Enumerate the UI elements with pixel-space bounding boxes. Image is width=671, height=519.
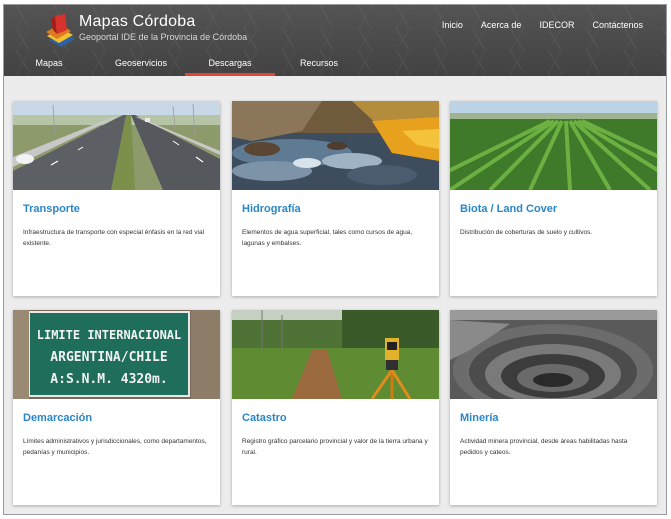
card-description: Límites administrativos y jurisdiccional…	[23, 438, 207, 456]
card-title[interactable]: Demarcación	[23, 412, 92, 424]
crop-field-photo[interactable]	[450, 101, 657, 190]
card-description: Distribución de coberturas de suelo y cu…	[460, 229, 593, 236]
card-title[interactable]: Hidrografía	[242, 203, 301, 215]
sign-text-line-1: LIMITE INTERNACIONAL	[37, 328, 182, 342]
sign-text-line-2: ARGENTINA/CHILE	[50, 350, 167, 365]
card-description: Elementos de agua superficial, tales com…	[242, 229, 413, 247]
category-card-hidrografia[interactable]: Hidrografía Elementos de agua superficia…	[232, 101, 439, 296]
top-navigation: Inicio Acerca de IDECOR Contáctenos	[433, 20, 652, 30]
category-card-demarcacion[interactable]: LIMITE INTERNACIONAL ARGENTINA/CHILE A:S…	[13, 310, 220, 505]
card-title[interactable]: Transporte	[23, 203, 80, 215]
nav-link-idecor[interactable]: IDECOR	[530, 20, 583, 30]
site-header: Mapas Córdoba Geoportal IDE de la Provin…	[4, 5, 666, 76]
survey-instrument-photo[interactable]	[232, 310, 439, 399]
card-title[interactable]: Minería	[460, 412, 499, 424]
open-pit-mine-photo[interactable]	[450, 310, 657, 399]
card-description: Actividad minera provincial, desde áreas…	[460, 438, 628, 456]
sign-text-line-3: A:S.N.M. 4320m.	[50, 372, 167, 387]
tab-descargas[interactable]: Descargas	[185, 52, 275, 76]
card-title[interactable]: Catastro	[242, 412, 287, 424]
layered-map-sheets-icon[interactable]	[41, 12, 77, 48]
card-description: Registro gráfico parcelario provincial y…	[242, 438, 428, 456]
main-navigation: Mapas Geoservicios Descargas Recursos	[4, 52, 666, 76]
category-card-biota-land-cover[interactable]: Biota / Land Cover Distribución de cober…	[450, 101, 657, 296]
card-title[interactable]: Biota / Land Cover	[460, 203, 557, 215]
category-card-mineria[interactable]: Minería Actividad minera provincial, des…	[450, 310, 657, 505]
card-description: Infraestructura de transporte con especi…	[23, 229, 205, 247]
highway-photo[interactable]	[13, 101, 220, 190]
river-photo[interactable]	[232, 101, 439, 190]
tab-geoservicios[interactable]: Geoservicios	[99, 52, 183, 76]
site-subtitle: Geoportal IDE de la Provincia de Córdoba	[79, 32, 248, 42]
nav-link-inicio[interactable]: Inicio	[433, 20, 472, 30]
category-card-catastro[interactable]: Catastro Registro gráfico parcelario pro…	[232, 310, 439, 505]
border-sign-photo[interactable]: LIMITE INTERNACIONAL ARGENTINA/CHILE A:S…	[13, 310, 220, 399]
site-title[interactable]: Mapas Córdoba	[79, 13, 195, 31]
nav-link-acerca-de[interactable]: Acerca de	[472, 20, 531, 30]
tab-mapas[interactable]: Mapas	[14, 52, 84, 76]
tab-recursos[interactable]: Recursos	[288, 52, 350, 76]
category-card-transporte[interactable]: Transporte Infraestructura de transporte…	[13, 101, 220, 296]
nav-link-contactenos[interactable]: Contáctenos	[583, 20, 652, 30]
browser-viewport: Mapas Córdoba Geoportal IDE de la Provin…	[3, 4, 667, 515]
